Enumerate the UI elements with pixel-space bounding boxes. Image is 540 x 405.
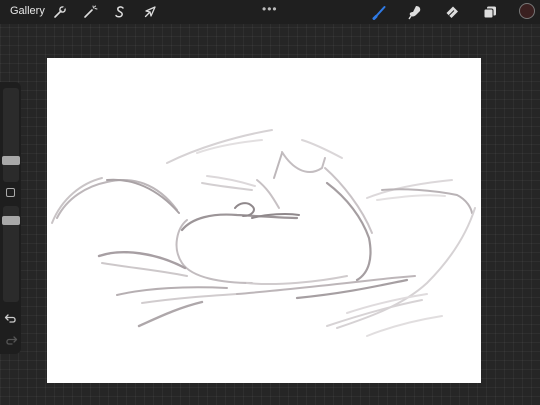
sketch-strokes [51, 129, 476, 337]
magic-wand-icon[interactable] [82, 4, 98, 20]
color-picker-button[interactable] [519, 3, 535, 19]
top-toolbar: Gallery ••• [0, 0, 540, 24]
arrow-cursor-icon[interactable] [142, 4, 158, 20]
opacity-thumb[interactable] [2, 216, 20, 225]
left-sidebar [0, 82, 21, 354]
brush-size-slider[interactable] [3, 88, 19, 182]
eraser-icon[interactable] [444, 4, 460, 20]
gallery-button[interactable]: Gallery [10, 5, 45, 17]
selection-s-icon[interactable] [112, 4, 128, 20]
redo-icon[interactable] [4, 334, 18, 346]
wrench-icon[interactable] [52, 4, 68, 20]
smudge-icon[interactable] [407, 4, 423, 20]
brush-size-thumb[interactable] [2, 156, 20, 165]
more-options-button[interactable]: ••• [262, 2, 278, 16]
modify-button[interactable] [6, 188, 15, 197]
drawing-canvas[interactable] [47, 58, 481, 383]
undo-icon[interactable] [4, 312, 18, 324]
brush-icon[interactable] [372, 4, 388, 20]
layers-icon[interactable] [482, 4, 498, 20]
